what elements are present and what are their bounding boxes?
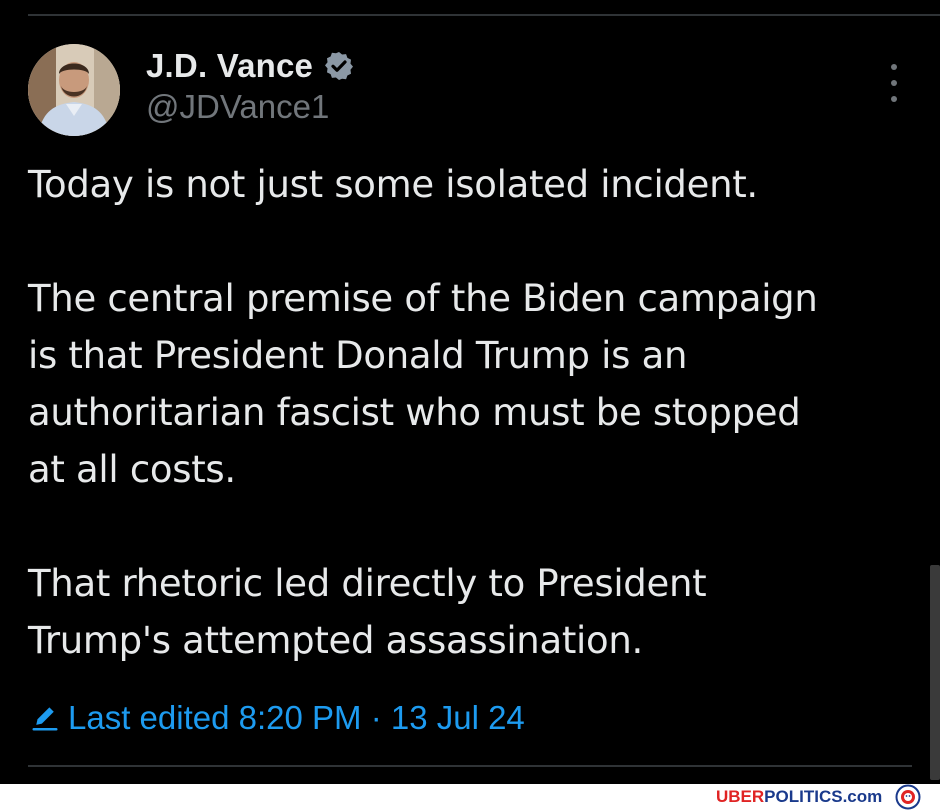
more-dot [891, 64, 897, 70]
avatar[interactable] [28, 44, 120, 136]
top-divider [28, 14, 940, 16]
tweet-line: Trump's attempted assassination. [28, 619, 643, 662]
last-edited-label[interactable]: Last edited 8:20 PM · 13 Jul 24 [68, 699, 525, 737]
watermark-uber: UBER [716, 787, 765, 806]
more-dot [891, 96, 897, 102]
lion-logo-icon [895, 784, 921, 810]
author-name-row[interactable]: J.D. Vance [146, 44, 355, 88]
watermark: UBER POLITICS .com [716, 784, 926, 810]
tweet-line: authoritarian fascist who must be stoppe… [28, 391, 801, 434]
watermark-domain: .com [842, 787, 883, 806]
watermark-politics: POLITICS [764, 787, 843, 806]
tweet-line: The central premise of the Biden campaig… [28, 277, 818, 320]
pencil-icon [32, 707, 58, 731]
scrollbar[interactable] [930, 565, 940, 780]
tweet-line: That rhetoric led directly to President [28, 562, 707, 605]
tweet-text: Today is not just some isolated incident… [28, 156, 918, 669]
more-vertical-icon[interactable] [880, 64, 908, 102]
tweet-line: is that President Donald Trump is an [28, 334, 688, 377]
bottom-divider [28, 765, 912, 767]
tweet-line: at all costs. [28, 448, 236, 491]
avatar-photo [28, 44, 120, 136]
verified-badge-icon [325, 52, 354, 80]
last-edited-link[interactable]: Last edited 8:20 PM · 13 Jul 24 [30, 692, 525, 744]
display-name[interactable]: J.D. Vance [146, 47, 313, 85]
tweet: J.D. Vance @JDVance1 Today is not just s… [0, 0, 940, 790]
tweet-paragraph-1: Today is not just some isolated incident… [28, 163, 758, 206]
more-dot [891, 80, 897, 86]
author-handle[interactable]: @JDVance1 [146, 88, 329, 126]
